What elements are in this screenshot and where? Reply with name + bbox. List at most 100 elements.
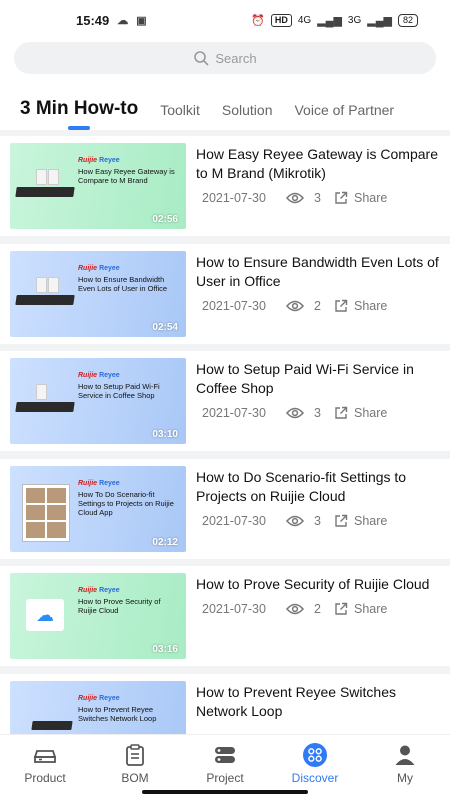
video-title[interactable]: How to Ensure Bandwidth Even Lots of Use… [196, 253, 440, 291]
share-icon [335, 602, 348, 615]
video-meta: 2021-07-30 3 Share [196, 514, 440, 528]
signal-4g: 4G [297, 14, 312, 26]
nav-product-label: Product [24, 771, 66, 785]
tab-3-min-how-to[interactable]: 3 Min How-to [20, 98, 138, 130]
cloud-logo-icon: ☁ [26, 599, 64, 631]
view-count-value: 2 [314, 602, 321, 616]
view-count: 3 [286, 191, 334, 205]
share-icon [335, 406, 348, 419]
bottom-nav: Product BOM Project Discover My [0, 734, 450, 800]
signal-icon-2: ▂▄▆ [367, 14, 392, 27]
search-input[interactable]: Search [14, 42, 436, 74]
share-button[interactable]: Share [334, 602, 387, 616]
status-time: 15:49 [76, 12, 110, 28]
share-label: Share [354, 298, 388, 313]
thumbnail-title: How to Prove Security of Ruijie Cloud [78, 597, 161, 615]
tab-solution[interactable]: Solution [222, 102, 273, 130]
video-card[interactable]: Ruijie Reyee How To Do Scenario-fit Setti… [0, 458, 450, 559]
person-icon [393, 743, 417, 767]
video-thumbnail[interactable]: Ruijie Reyee How to Prevent Reyee Switche… [10, 680, 186, 734]
gateway-device-image [15, 187, 75, 197]
video-date: 2021-07-30 [202, 513, 266, 528]
thumbnail-brand: Ruijie Reyee [78, 587, 120, 594]
video-thumbnail[interactable]: ☁ Ruijie Reyee How to Prove Security of R… [10, 573, 186, 659]
cloud-icon: ☁ [117, 14, 129, 27]
video-title[interactable]: How to Setup Paid Wi-Fi Service in Coffe… [196, 360, 440, 398]
view-count-value: 3 [314, 191, 321, 205]
view-count: 2 [286, 602, 334, 616]
router-icon [33, 743, 57, 767]
home-indicator[interactable] [142, 790, 308, 794]
eye-icon [286, 515, 304, 526]
video-card[interactable]: Ruijie Reyee How to Prevent Reyee Switche… [0, 673, 450, 735]
video-meta: 2021-07-30 2 Share [196, 602, 440, 616]
view-count-value: 3 [314, 406, 321, 420]
share-button[interactable]: Share [334, 299, 387, 313]
video-duration: 03:16 [152, 644, 178, 655]
tab-toolkit[interactable]: Toolkit [160, 102, 200, 130]
video-thumbnail[interactable]: Ruijie Reyee How to Setup Paid Wi-Fi Serv… [10, 358, 186, 444]
video-duration: 02:12 [152, 536, 178, 548]
nav-discover-label: Discover [291, 771, 339, 785]
video-date: 2021-07-30 [202, 298, 266, 313]
access-point-image [48, 169, 59, 185]
share-button[interactable]: Share [334, 514, 387, 528]
video-card[interactable]: Ruijie Reyee How to Ensure Bandwidth Even… [0, 243, 450, 344]
video-thumbnail[interactable]: Ruijie Reyee How To Do Scenario-fit Setti… [10, 465, 186, 552]
video-info: How to Prevent Reyee Switches Network Lo… [196, 681, 440, 735]
status-left: 15:49 ☁ ▣ [76, 13, 147, 28]
video-duration: 03:10 [152, 429, 178, 440]
eye-icon [286, 407, 304, 419]
stack-icon [213, 743, 237, 767]
video-card[interactable]: Ruijie Reyee How to Setup Paid Wi-Fi Serv… [0, 351, 450, 451]
video-duration: 02:56 [152, 214, 178, 225]
thumbnail-title: How to Prevent Reyee Switches Network Lo… [78, 704, 157, 723]
video-title[interactable]: How to Prove Security of Ruijie Cloud [196, 575, 440, 594]
view-count: 3 [286, 406, 334, 420]
video-thumbnail[interactable]: Ruijie Reyee How Easy Reyee Gateway is Co… [10, 143, 186, 229]
thumbnail-brand: Ruijie Reyee [78, 479, 120, 487]
video-title[interactable]: How Easy Reyee Gateway is Compare to M B… [196, 145, 440, 183]
video-thumbnail[interactable]: Ruijie Reyee How to Ensure Bandwidth Even… [10, 250, 186, 337]
eye-icon [286, 192, 304, 204]
share-label: Share [354, 513, 388, 528]
status-right: ⏰ HD 4G ▂▄▆ 3G ▂▄▆ 82 [251, 13, 418, 27]
video-title[interactable]: How to Do Scenario-fit Settings to Proje… [196, 468, 440, 506]
nav-my-label: My [397, 771, 413, 785]
tab-voice-of-partner[interactable]: Voice of Partner [294, 102, 394, 130]
video-card[interactable]: ☁ Ruijie Reyee How to Prove Security of R… [0, 566, 450, 666]
share-label: Share [354, 191, 388, 205]
share-icon [335, 514, 348, 527]
thumbnail-brand: Ruijie Reyee [78, 157, 120, 164]
thumbnail-brand: Ruijie Reyee [78, 694, 120, 702]
status-bar: 15:49 ☁ ▣ ⏰ HD 4G ▂▄▆ 3G ▂▄▆ 82 [0, 0, 450, 40]
video-card[interactable]: Ruijie Reyee How Easy Reyee Gateway is Co… [0, 136, 450, 236]
tab-bar: 3 Min How-to Toolkit Solution Voice of P… [0, 86, 450, 130]
share-button[interactable]: Share [334, 406, 387, 420]
thumbnail-title: How Easy Reyee Gateway is Compare to M B… [78, 167, 175, 185]
nav-product[interactable]: Product [0, 735, 90, 800]
share-icon [335, 191, 348, 204]
video-info: How Easy Reyee Gateway is Compare to M B… [196, 143, 440, 236]
discover-icon [303, 743, 327, 767]
alarm-icon: ⏰ [251, 14, 265, 27]
view-count: 2 [286, 299, 334, 313]
video-date: 2021-07-30 [202, 406, 266, 420]
video-info: How to Prove Security of Ruijie Cloud 20… [196, 573, 440, 666]
video-title[interactable]: How to Prevent Reyee Switches Network Lo… [196, 683, 440, 721]
battery-indicator: 82 [397, 13, 418, 27]
top-bar: Search [0, 40, 450, 86]
nav-my[interactable]: My [360, 735, 450, 800]
access-point-image [48, 276, 59, 293]
thumbnail-brand: Ruijie Reyee [78, 264, 120, 272]
phone-screenshot-image [22, 483, 70, 542]
share-label: Share [354, 406, 388, 420]
view-count: 3 [286, 514, 334, 528]
view-count-value: 2 [314, 298, 321, 313]
video-date: 2021-07-30 [202, 191, 266, 205]
nav-project-label: Project [206, 771, 244, 785]
thumbnail-brand: Ruijie Reyee [78, 372, 120, 379]
access-point-image [36, 384, 47, 400]
share-button[interactable]: Share [334, 191, 387, 205]
signal-3g: 3G [347, 14, 362, 26]
